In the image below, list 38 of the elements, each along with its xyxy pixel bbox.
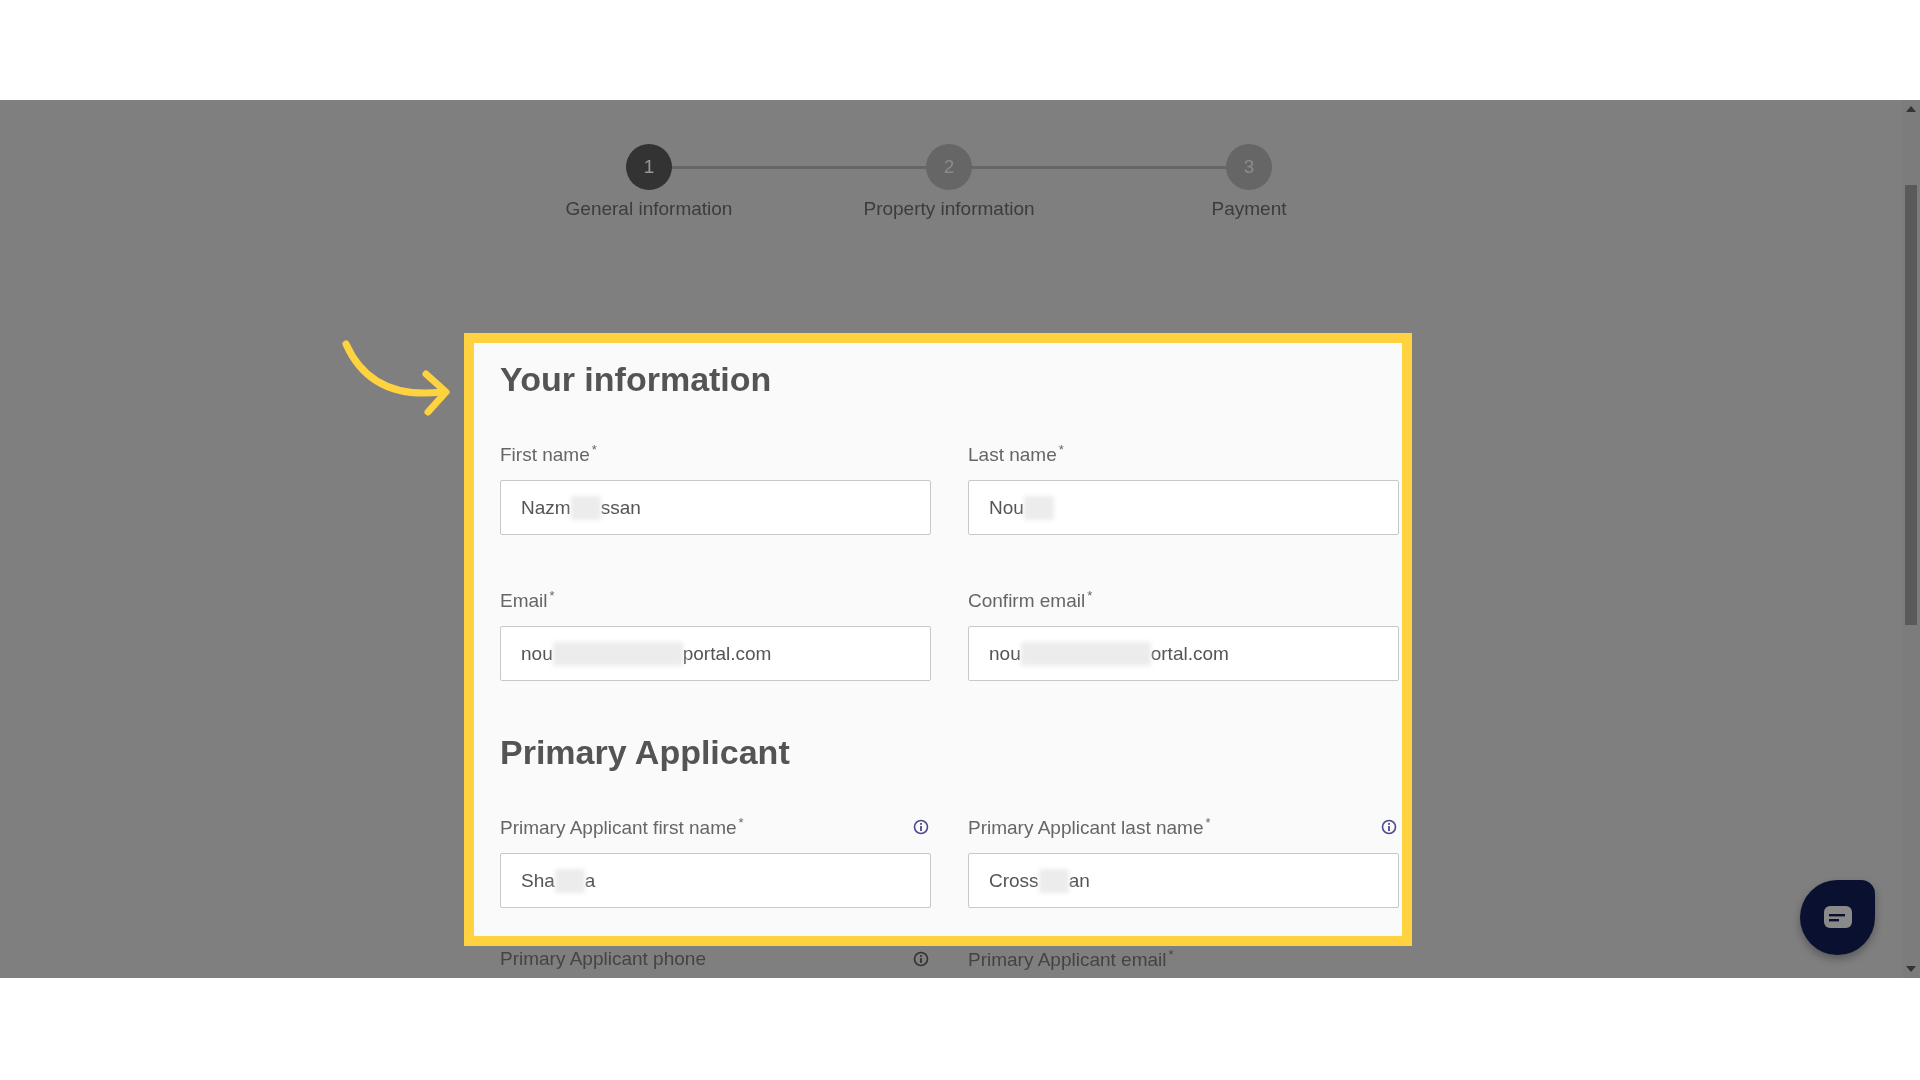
- text-input[interactable]: Cross an: [968, 853, 1399, 908]
- info-icon[interactable]: [913, 819, 929, 835]
- text-input[interactable]: nou ortal.com: [968, 626, 1399, 681]
- input-value: ssan: [600, 496, 641, 519]
- step-label: General information: [565, 198, 733, 220]
- step-label: Property information: [863, 198, 1035, 220]
- field-label: Primary Applicant first name$^{*}$: [500, 814, 744, 840]
- input-value: Sha: [521, 869, 555, 892]
- section-heading: Primary Applicant: [500, 732, 791, 773]
- text-input[interactable]: Nazm ssan: [500, 480, 931, 535]
- input-value: portal.com: [682, 642, 772, 665]
- field-label: Primary Applicant email$^{*}$: [968, 946, 1174, 972]
- field-label: Primary Applicant phone: [500, 948, 706, 970]
- step-label: Payment: [1211, 198, 1287, 220]
- field-label: Last name$^{*}$: [968, 441, 1064, 467]
- scroll-down-icon[interactable]: [1906, 966, 1916, 972]
- section-heading: Your information: [500, 359, 773, 400]
- text-input[interactable]: nou portal.com: [500, 626, 931, 681]
- field-label: Email$^{*}$: [500, 587, 555, 613]
- text-input[interactable]: Nou: [968, 480, 1399, 535]
- info-icon[interactable]: [913, 951, 929, 967]
- chat-icon: [1822, 904, 1853, 931]
- input-value: an: [1068, 869, 1090, 892]
- scroll-up-icon[interactable]: [1906, 106, 1916, 112]
- input-value: Nou: [989, 496, 1024, 519]
- field-label: First name$^{*}$: [500, 441, 597, 467]
- input-value: Cross: [989, 869, 1039, 892]
- field-label: Confirm email$^{*}$: [968, 587, 1093, 613]
- info-icon[interactable]: [1381, 819, 1397, 835]
- text-input[interactable]: Sha a: [500, 853, 931, 908]
- field-label: Primary Applicant last name$^{*}$: [968, 814, 1211, 840]
- input-value: nou: [989, 642, 1021, 665]
- input-value: a: [584, 869, 596, 892]
- chat-button[interactable]: [1800, 880, 1875, 955]
- step-circle: 1: [626, 144, 672, 190]
- input-value: Nazm: [521, 496, 571, 519]
- input-value: ortal.com: [1150, 642, 1229, 665]
- input-value: nou: [521, 642, 553, 665]
